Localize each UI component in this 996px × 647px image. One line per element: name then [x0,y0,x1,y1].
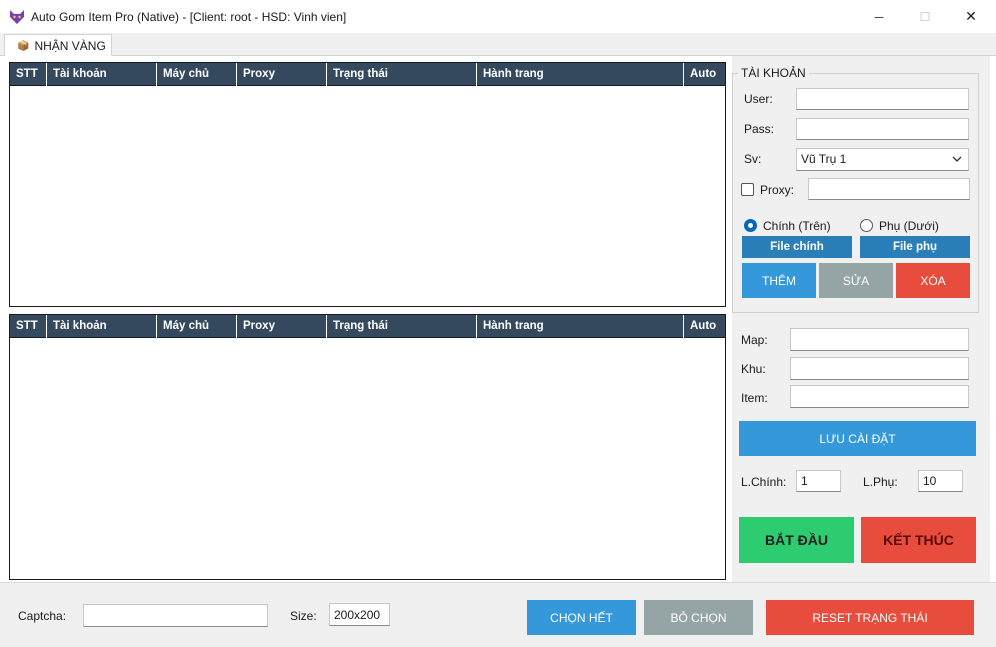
column-header-status[interactable]: Trạng thái [327,63,477,86]
server-dropdown[interactable]: Vũ Trụ 1 [796,148,969,171]
column-header-server[interactable]: Máy chủ [157,315,237,338]
tab-label: NHẬN VÀNG [34,39,106,53]
delete-button[interactable]: XÓA [896,263,970,298]
server-selected-value: Vũ Trụ 1 [801,152,847,166]
main-count-input[interactable] [796,470,841,492]
proxy-label: Proxy: [760,183,795,197]
column-header-account[interactable]: Tài khoản [47,315,157,338]
map-label: Map: [741,333,768,347]
user-label: User: [744,92,773,106]
chevron-down-icon [952,149,962,178]
sub-count-input[interactable] [918,470,963,492]
size-input[interactable] [329,603,390,626]
radio-sub[interactable] [860,219,873,232]
item-input[interactable] [790,385,969,408]
column-header-auto[interactable]: Auto [684,63,727,86]
server-label: Sv: [744,152,762,166]
captcha-label: Captcha: [18,609,67,623]
package-icon: 📦 [17,40,30,52]
radio-sub-label: Phụ (Dưới) [879,219,939,233]
accounts-table-main[interactable]: STT Tài khoản Máy chủ Proxy Trạng thái H… [9,62,726,307]
select-all-button[interactable]: CHỌN HẾT [527,600,636,635]
deselect-all-button[interactable]: BỎ CHỌN [644,600,753,635]
table-header: STT Tài khoản Máy chủ Proxy Trạng thái H… [10,63,725,86]
proxy-input[interactable] [808,178,970,200]
minimize-icon: ─ [874,9,884,24]
stop-button[interactable]: KẾT THÚC [861,517,976,563]
captcha-input[interactable] [83,604,268,627]
zone-input[interactable] [790,357,969,380]
start-button[interactable]: BẮT ĐẦU [739,517,854,563]
sub-count-label: L.Phụ: [863,475,898,489]
add-button[interactable]: THÊM [742,263,816,298]
user-input[interactable] [796,88,969,110]
table-header: STT Tài khoản Máy chủ Proxy Trạng thái H… [10,315,725,338]
accounts-table-sub[interactable]: STT Tài khoản Máy chủ Proxy Trạng thái H… [9,314,726,580]
close-icon: ✕ [965,8,977,24]
title-bar: Auto Gom Item Pro (Native) - [Client: ro… [0,0,996,33]
pass-input[interactable] [796,118,969,140]
account-group-title: TÀI KHOẢN [738,66,809,80]
tab-nhan-vang[interactable]: 📦 NHẬN VÀNG [4,34,112,57]
zone-label: Khu: [741,362,766,376]
proxy-checkbox[interactable] [741,183,754,196]
pass-label: Pass: [744,122,775,136]
maximize-icon: ☐ [919,9,931,24]
column-header-status[interactable]: Trạng thái [327,315,477,338]
close-button[interactable]: ✕ [948,0,994,33]
tab-strip: 📦 NHẬN VÀNG [0,33,996,57]
size-label: Size: [290,609,317,623]
reset-status-button[interactable]: RESET TRẠNG THÁI [766,600,974,635]
map-input[interactable] [790,328,969,351]
column-header-inventory[interactable]: Hành trang [477,315,684,338]
fox-logo-icon [10,10,24,24]
column-header-account[interactable]: Tài khoản [47,63,157,86]
column-header-stt[interactable]: STT [10,315,47,338]
column-header-stt[interactable]: STT [10,63,47,86]
save-settings-button[interactable]: LƯU CÀI ĐẶT [739,421,976,456]
edit-button[interactable]: SỬA [819,263,893,298]
main-count-label: L.Chính: [741,475,787,489]
radio-main[interactable] [744,219,757,232]
minimize-button[interactable]: ─ [856,0,902,33]
maximize-button[interactable]: ☐ [902,0,948,33]
file-main-button[interactable]: File chính [742,236,852,258]
item-label: Item: [741,391,768,405]
window-title: Auto Gom Item Pro (Native) - [Client: ro… [31,10,347,24]
file-sub-button[interactable]: File phụ [860,236,970,258]
column-header-proxy[interactable]: Proxy [237,315,327,338]
radio-main-label: Chính (Trên) [763,219,831,233]
column-header-inventory[interactable]: Hành trang [477,63,684,86]
column-header-server[interactable]: Máy chủ [157,63,237,86]
column-header-auto[interactable]: Auto [684,315,727,338]
column-header-proxy[interactable]: Proxy [237,63,327,86]
